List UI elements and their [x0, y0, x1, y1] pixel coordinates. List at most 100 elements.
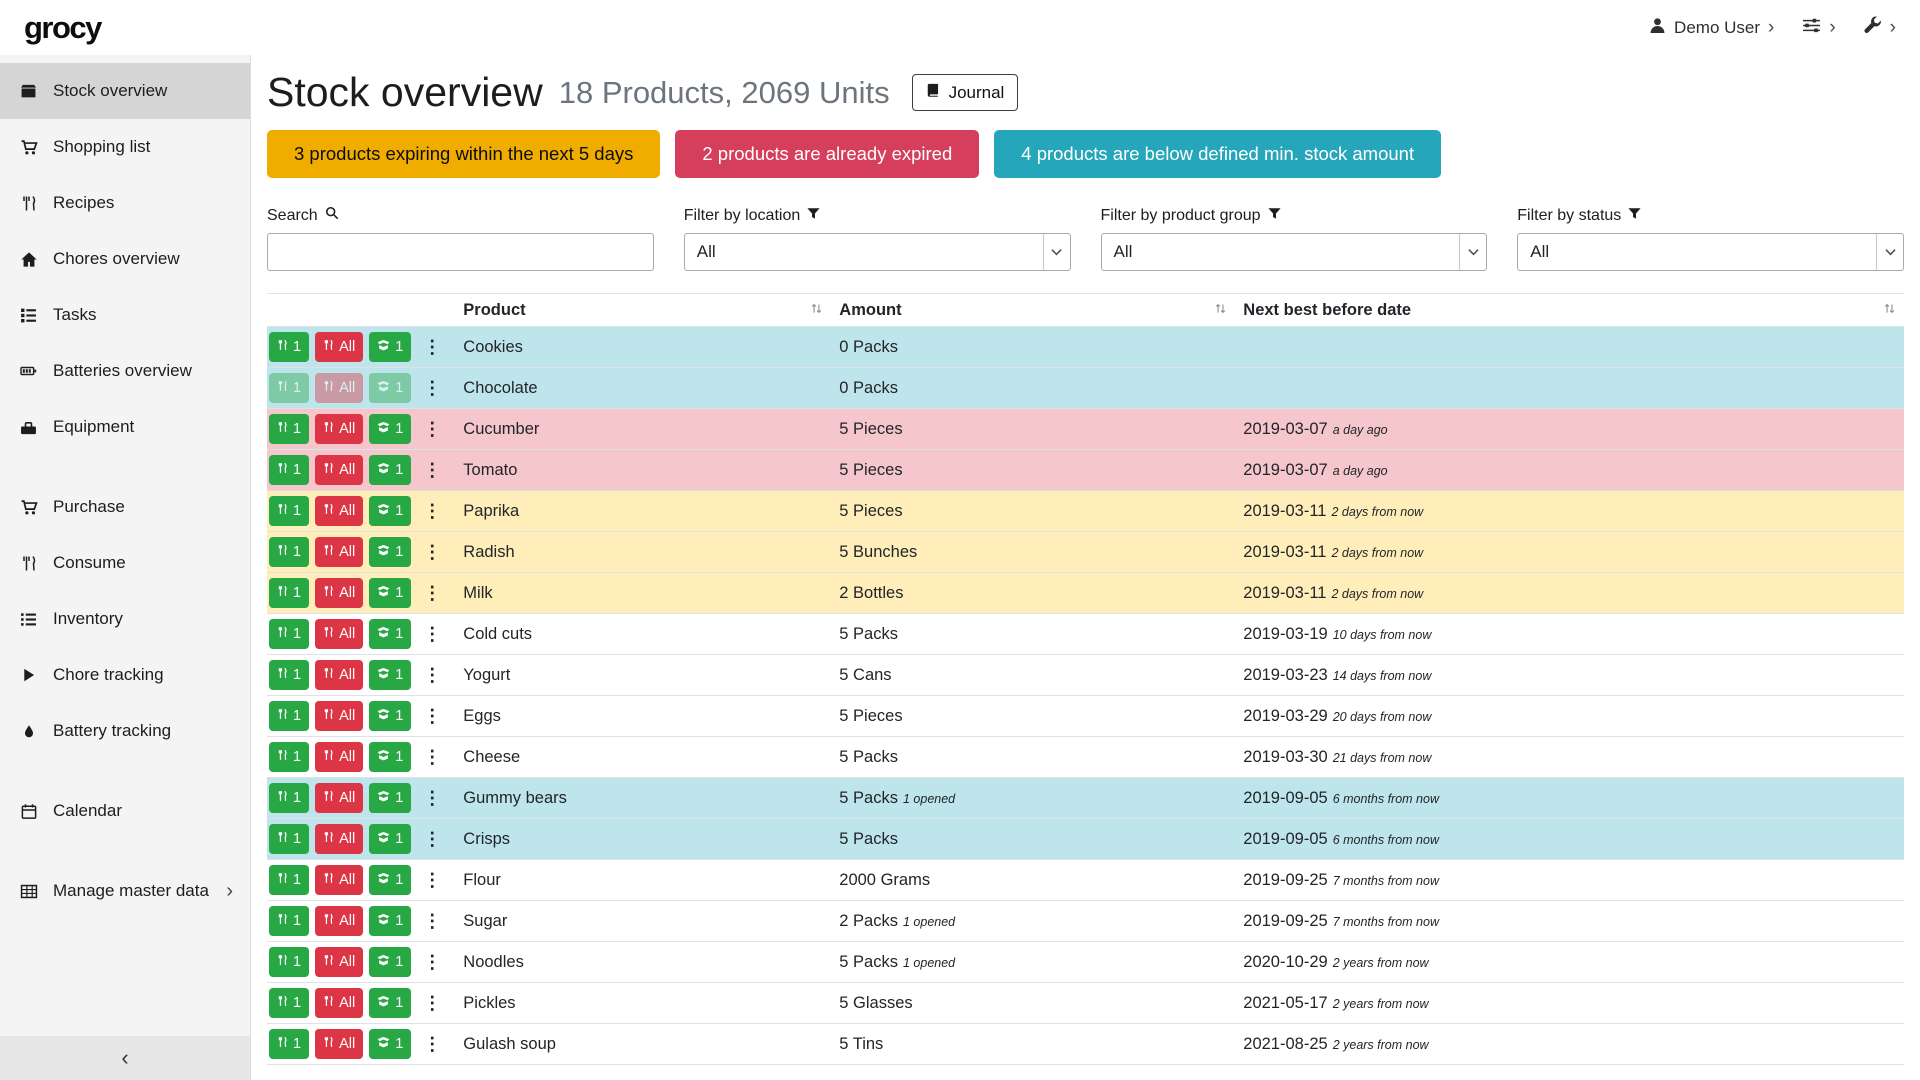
open-one-button[interactable]: 1 — [369, 332, 411, 362]
open-one-button[interactable]: 1 — [369, 373, 411, 403]
open-one-button[interactable]: 1 — [369, 414, 411, 444]
consume-one-button[interactable]: 1 — [269, 906, 309, 936]
journal-button[interactable]: Journal — [912, 74, 1019, 111]
row-menu-button[interactable]: ⋮ — [417, 829, 447, 850]
consume-all-button[interactable]: All — [315, 619, 363, 649]
row-menu-button[interactable]: ⋮ — [417, 706, 447, 727]
row-menu-button[interactable]: ⋮ — [417, 501, 447, 522]
consume-all-button[interactable]: All — [315, 660, 363, 690]
admin-menu[interactable]: › — [1864, 16, 1896, 39]
consume-all-button[interactable]: All — [315, 947, 363, 977]
sidebar-item[interactable]: Stock overview — [0, 63, 250, 119]
row-menu-button[interactable]: ⋮ — [417, 1034, 447, 1055]
sidebar-item[interactable]: Calendar — [0, 783, 250, 839]
consume-one-button[interactable]: 1 — [269, 783, 309, 813]
sidebar-item[interactable]: Shopping list — [0, 119, 250, 175]
sidebar-item[interactable]: Manage master data › — [0, 863, 250, 919]
app-logo[interactable]: grocy — [24, 10, 101, 46]
consume-all-button[interactable]: All — [315, 701, 363, 731]
user-menu[interactable]: Demo User › — [1649, 17, 1774, 39]
row-menu-button[interactable]: ⋮ — [417, 993, 447, 1014]
consume-one-button[interactable]: 1 — [269, 455, 309, 485]
consume-all-button[interactable]: All — [315, 1029, 363, 1059]
row-menu-button[interactable]: ⋮ — [417, 952, 447, 973]
consume-all-button[interactable]: All — [315, 455, 363, 485]
consume-all-button[interactable]: All — [315, 496, 363, 526]
open-one-button[interactable]: 1 — [369, 701, 411, 731]
consume-one-button[interactable]: 1 — [269, 865, 309, 895]
consume-one-button[interactable]: 1 — [269, 373, 309, 403]
open-one-button[interactable]: 1 — [369, 906, 411, 936]
consume-all-button[interactable]: All — [315, 988, 363, 1018]
stock-alert-button[interactable]: 3 products expiring within the next 5 da… — [267, 130, 660, 178]
filter-select[interactable]: All — [1517, 233, 1904, 271]
consume-all-button[interactable]: All — [315, 824, 363, 854]
consume-all-button[interactable]: All — [315, 414, 363, 444]
consume-one-button[interactable]: 1 — [269, 332, 309, 362]
consume-one-button[interactable]: 1 — [269, 988, 309, 1018]
open-one-button[interactable]: 1 — [369, 537, 411, 567]
consume-one-button[interactable]: 1 — [269, 824, 309, 854]
open-one-button[interactable]: 1 — [369, 619, 411, 649]
open-one-button[interactable]: 1 — [369, 988, 411, 1018]
consume-all-button[interactable]: All — [315, 906, 363, 936]
open-one-button[interactable]: 1 — [369, 783, 411, 813]
sidebar-item[interactable]: Equipment — [0, 399, 250, 455]
sidebar-item[interactable]: Batteries overview — [0, 343, 250, 399]
row-menu-button[interactable]: ⋮ — [417, 624, 447, 645]
sidebar-item[interactable]: Recipes — [0, 175, 250, 231]
open-one-button[interactable]: 1 — [369, 947, 411, 977]
consume-one-button[interactable]: 1 — [269, 660, 309, 690]
consume-all-button[interactable]: All — [315, 742, 363, 772]
consume-one-button[interactable]: 1 — [269, 1029, 309, 1059]
consume-one-button[interactable]: 1 — [269, 537, 309, 567]
consume-one-button[interactable]: 1 — [269, 496, 309, 526]
row-menu-button[interactable]: ⋮ — [417, 870, 447, 891]
consume-one-button[interactable]: 1 — [269, 414, 309, 444]
sidebar-item[interactable]: Chore tracking — [0, 647, 250, 703]
consume-all-button[interactable]: All — [315, 537, 363, 567]
consume-one-button[interactable]: 1 — [269, 742, 309, 772]
sidebar-item[interactable]: Consume — [0, 535, 250, 591]
sidebar-item[interactable]: Battery tracking — [0, 703, 250, 759]
open-one-button[interactable]: 1 — [369, 496, 411, 526]
open-one-button[interactable]: 1 — [369, 742, 411, 772]
stock-alert-button[interactable]: 4 products are below defined min. stock … — [994, 130, 1441, 178]
sidebar-collapse-button[interactable]: ‹ — [0, 1036, 250, 1080]
sidebar-item[interactable]: Purchase — [0, 479, 250, 535]
consume-one-button[interactable]: 1 — [269, 578, 309, 608]
search-input[interactable] — [267, 233, 654, 271]
consume-all-button[interactable]: All — [315, 332, 363, 362]
open-one-button[interactable]: 1 — [369, 824, 411, 854]
open-one-button[interactable]: 1 — [369, 455, 411, 485]
row-menu-button[interactable]: ⋮ — [417, 747, 447, 768]
filter-select[interactable]: All — [684, 233, 1071, 271]
consume-one-button[interactable]: 1 — [269, 701, 309, 731]
sidebar-item[interactable]: Inventory — [0, 591, 250, 647]
consume-all-button[interactable]: All — [315, 373, 363, 403]
settings-menu[interactable]: › — [1802, 17, 1835, 39]
sidebar-item[interactable]: Chores overview — [0, 231, 250, 287]
row-menu-button[interactable]: ⋮ — [417, 378, 447, 399]
stock-alert-button[interactable]: 2 products are already expired — [675, 130, 979, 178]
row-menu-button[interactable]: ⋮ — [417, 542, 447, 563]
consume-one-button[interactable]: 1 — [269, 947, 309, 977]
row-menu-button[interactable]: ⋮ — [417, 337, 447, 358]
row-menu-button[interactable]: ⋮ — [417, 665, 447, 686]
row-menu-button[interactable]: ⋮ — [417, 788, 447, 809]
best-before-column-header[interactable]: Next best before date — [1235, 294, 1904, 327]
row-menu-button[interactable]: ⋮ — [417, 583, 447, 604]
row-menu-button[interactable]: ⋮ — [417, 460, 447, 481]
consume-all-button[interactable]: All — [315, 578, 363, 608]
open-one-button[interactable]: 1 — [369, 1029, 411, 1059]
row-menu-button[interactable]: ⋮ — [417, 419, 447, 440]
consume-all-button[interactable]: All — [315, 865, 363, 895]
filter-select[interactable]: All — [1101, 233, 1488, 271]
open-one-button[interactable]: 1 — [369, 660, 411, 690]
amount-column-header[interactable]: Amount — [831, 294, 1235, 327]
consume-one-button[interactable]: 1 — [269, 619, 309, 649]
product-column-header[interactable]: Product — [455, 294, 831, 327]
row-menu-button[interactable]: ⋮ — [417, 911, 447, 932]
open-one-button[interactable]: 1 — [369, 578, 411, 608]
consume-all-button[interactable]: All — [315, 783, 363, 813]
